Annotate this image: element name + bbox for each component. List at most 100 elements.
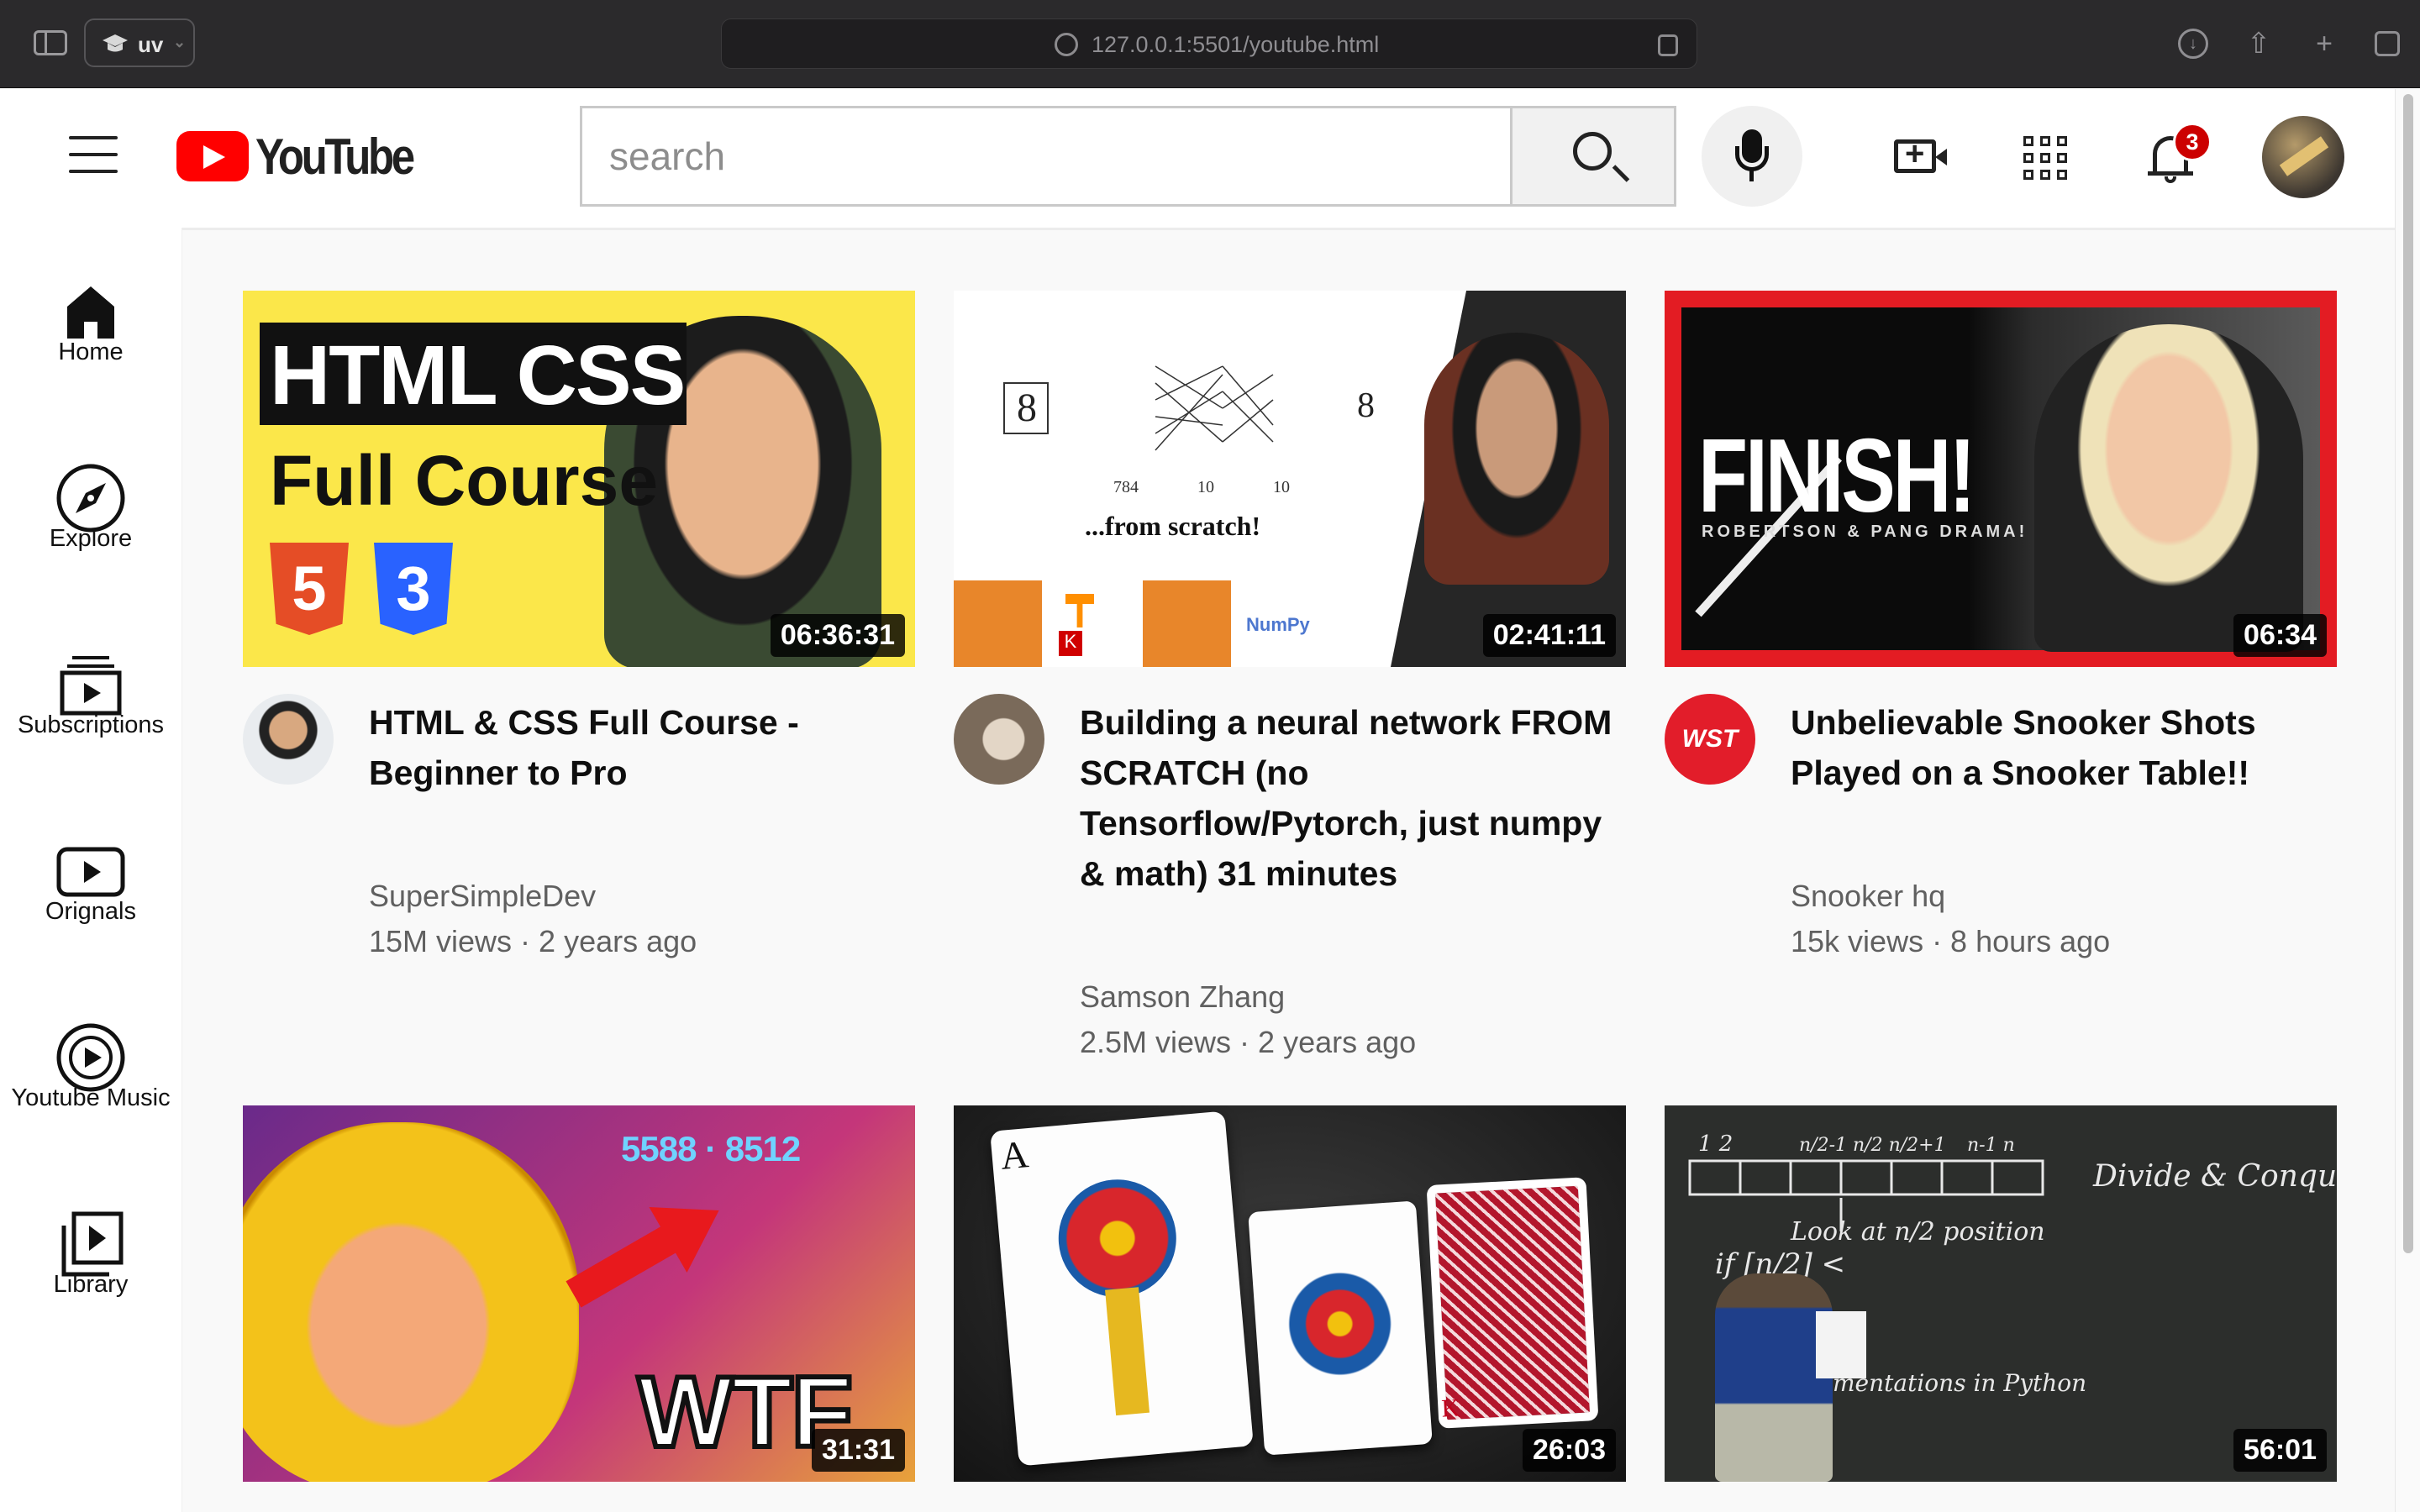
youtube-logo[interactable]: YouTube [176, 129, 440, 185]
svg-text:8: 8 [1357, 386, 1375, 425]
sidebar-item-label: Subscriptions [17, 711, 165, 738]
logo-wordmark: YouTube [255, 128, 415, 185]
scrollbar-thumb[interactable] [2403, 94, 2413, 1253]
svg-text:8: 8 [1017, 386, 1037, 430]
profile-name: uv [138, 32, 164, 57]
barbarian-face [243, 1122, 579, 1482]
music-icon [56, 1023, 125, 1092]
svg-text:n/2-1 n/2 n/2+1: n/2-1 n/2 n/2+1 [1799, 1135, 1946, 1156]
video-title[interactable]: HTML & CSS Full Course - Beginner to Pro [369, 697, 915, 798]
svg-text:784: 784 [1113, 478, 1139, 496]
video-stats: 15k views · 8 hours ago [1791, 924, 2111, 958]
search-icon [1573, 132, 1612, 171]
graduation-cap-icon [103, 34, 128, 52]
address-bar[interactable]: 127.0.0.1:5501/youtube.html [721, 18, 1697, 69]
thumbnail-person [1424, 333, 1609, 585]
subscriptions-icon [60, 656, 122, 716]
menu-icon[interactable] [69, 136, 118, 175]
sidebar-item-library[interactable]: Library [0, 1160, 182, 1328]
channel-name[interactable]: Samson Zhang [1080, 974, 1285, 1020]
sidebar-item-label: Home [58, 339, 124, 365]
share-icon[interactable]: ⇧ [2244, 29, 2274, 59]
keras-logo-icon: K [1059, 631, 1082, 656]
search-box [580, 106, 1512, 207]
video-thumbnail[interactable]: A K 26:03 [954, 1105, 1626, 1482]
page-scrollbar[interactable] [2395, 89, 2420, 1512]
profile-switcher[interactable]: uv ⌄ [84, 18, 195, 67]
new-tab-icon[interactable]: + [2309, 29, 2339, 59]
card-rank-a: A [998, 1132, 1031, 1178]
svg-text:Divide & Conquer: Divide & Conquer [2092, 1159, 2337, 1194]
reader-mode-icon[interactable] [1658, 34, 1678, 56]
channel-avatar[interactable] [243, 694, 334, 785]
search-button[interactable] [1510, 106, 1676, 207]
thumbnail-text-line1: ...from scratch! [1085, 511, 1261, 541]
css3-logo-icon: 3 [374, 543, 453, 635]
svg-text:1 2: 1 2 [1698, 1131, 1733, 1157]
ace-card: A [990, 1110, 1254, 1467]
search-input[interactable] [582, 108, 1510, 204]
thumbnail-text-line1: FINISH! [1698, 418, 1976, 534]
notification-badge: 3 [2173, 123, 2212, 161]
channel-name[interactable]: SuperSimpleDev [369, 874, 596, 919]
virus-card [1248, 1200, 1433, 1456]
sidebar-item-home[interactable]: Home [0, 228, 182, 396]
html5-logo-icon: 5 [270, 543, 349, 635]
sidebar-item-subscriptions[interactable]: Subscriptions [0, 601, 182, 769]
video-duration: 02:41:11 [1482, 614, 1616, 657]
video-thumbnail[interactable]: FINISH! ROBERTSON & PANG DRAMA! 06:34 [1665, 291, 2337, 667]
browser-actions: ↓ ⇧ + [2178, 24, 2400, 64]
yt-header: YouTube 3 [0, 89, 2395, 228]
sidebar-item-label: Orignals [45, 898, 136, 925]
video-duration: 06:34 [2233, 614, 2327, 657]
sidebar-item-label: Explore [49, 525, 133, 552]
video-thumbnail[interactable]: HTML CSS Full Course 5 3 06:36:31 [243, 291, 915, 667]
svg-text:mentations in Python: mentations in Python [1833, 1369, 2086, 1397]
video-card[interactable]: HTML CSS Full Course 5 3 06:36:31 HTML &… [243, 291, 915, 958]
card-back: K [1426, 1177, 1599, 1429]
user-avatar[interactable] [2262, 116, 2344, 198]
thumbnail-person [2034, 324, 2303, 652]
tensorflow-logo-icon [1065, 594, 1094, 627]
video-stats: 2.5M views · 2 years ago [1080, 1025, 1417, 1059]
video-title[interactable]: Unbelievable Snooker Shots Played on a S… [1791, 697, 2337, 798]
sidebar: Home Explore Subscriptions Orignals Yout… [0, 228, 182, 1512]
thumbnail-text-line2: Full Course [270, 441, 659, 520]
channel-avatar[interactable]: WST [1665, 694, 1755, 785]
video-stats: 15M views · 2 years ago [369, 924, 697, 958]
globe-icon [1055, 33, 1078, 56]
video-title[interactable]: Building a neural network FROM SCRATCH (… [1080, 697, 1626, 899]
sidebar-toggle-icon[interactable] [34, 30, 67, 55]
video-duration: 26:03 [1523, 1429, 1616, 1472]
tab-overview-icon[interactable] [2375, 31, 2400, 56]
video-thumbnail[interactable]: 8 8 784 10 10 ...from scratch! K NumPy 0… [954, 291, 1626, 667]
video-duration: 31:31 [812, 1429, 905, 1472]
compass-icon [56, 464, 125, 533]
channel-avatar[interactable] [954, 694, 1044, 785]
url-text: 127.0.0.1:5501/youtube.html [1092, 32, 1380, 57]
video-card[interactable]: 5588 · 8512 WTF 31:31 [243, 1105, 915, 1509]
sidebar-item-originals[interactable]: Orignals [0, 787, 182, 955]
originals-icon [56, 847, 125, 897]
thumbnail-score-text: 5588 · 8512 [621, 1129, 801, 1168]
channel-name[interactable]: Snooker hq [1791, 874, 1945, 919]
video-thumbnail[interactable]: 1 2 n/2-1 n/2 n/2+1 n-1 n Look at n/2 po… [1665, 1105, 2337, 1482]
apps-grid-icon[interactable] [2023, 136, 2067, 180]
voice-search-button[interactable] [1702, 106, 1802, 207]
sidebar-item-youtube-music[interactable]: Youtube Music [0, 974, 182, 1142]
video-card[interactable]: 1 2 n/2-1 n/2 n/2+1 n-1 n Look at n/2 po… [1665, 1105, 2337, 1509]
video-thumbnail[interactable]: 5588 · 8512 WTF 31:31 [243, 1105, 915, 1482]
sidebar-item-explore[interactable]: Explore [0, 414, 182, 582]
svg-text:10: 10 [1197, 478, 1214, 496]
video-card[interactable]: FINISH! ROBERTSON & PANG DRAMA! 06:34 WS… [1665, 291, 2337, 958]
lecturer-figure [1715, 1273, 1833, 1482]
create-video-icon[interactable] [1894, 135, 1947, 173]
download-icon[interactable]: ↓ [2178, 29, 2208, 59]
video-card[interactable]: 8 8 784 10 10 ...from scratch! K NumPy 0… [954, 291, 1626, 1059]
wst-logo-icon: WST [1681, 725, 1739, 753]
browser-toolbar: uv ⌄ 127.0.0.1:5501/youtube.html ↓ ⇧ + [0, 0, 2420, 88]
youtube-play-icon [176, 131, 249, 181]
svg-text:n-1 n: n-1 n [1967, 1135, 2015, 1156]
video-card[interactable]: A K 26:03 [954, 1105, 1626, 1509]
sidebar-item-label: Library [53, 1271, 129, 1298]
